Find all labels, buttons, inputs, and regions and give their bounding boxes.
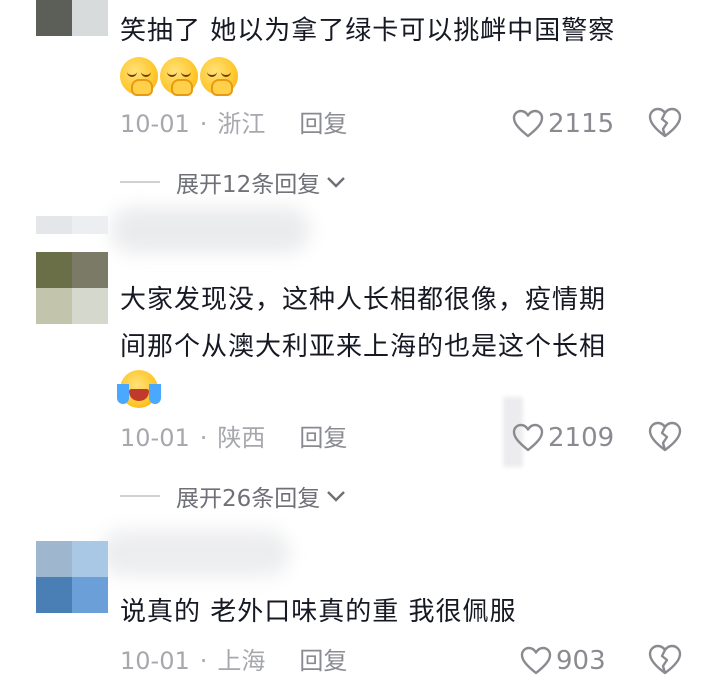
hand-over-mouth-emoji (120, 57, 158, 96)
comment-location: 浙江 (217, 110, 266, 138)
dislike-button[interactable] (648, 644, 684, 678)
meta-separator: · (199, 110, 208, 138)
reply-button[interactable]: 回复 (299, 107, 347, 141)
comment-text: 笑抽了 她以为拿了绿卡可以挑衅中国警察 (120, 16, 616, 46)
like-button[interactable]: 2109 (512, 421, 614, 455)
expand-label: 展开26条回复 (176, 486, 321, 512)
reply-button[interactable]: 回复 (299, 421, 347, 455)
like-button[interactable]: 903 (520, 644, 606, 678)
comment-text-line: 间那个从澳大利亚来上海的也是这个长相 (120, 332, 607, 362)
chevron-down-icon (327, 491, 346, 502)
heart-icon (512, 109, 544, 138)
heart-icon (512, 423, 544, 452)
like-count: 2109 (548, 423, 615, 453)
comment-meta: 10-01 · 陕西 回复 (120, 421, 347, 455)
like-count: 2115 (548, 109, 615, 139)
comment-date: 10-01 (120, 424, 190, 452)
expand-replies-button[interactable]: 展开12条回复 (120, 167, 346, 198)
broken-heart-icon (648, 107, 682, 138)
comment-meta: 10-01 · 浙江 回复 (120, 107, 347, 141)
broken-heart-icon (648, 644, 682, 675)
hand-over-mouth-emoji (200, 57, 238, 96)
like-button[interactable]: 2115 (512, 107, 614, 141)
heart-icon (520, 646, 552, 675)
avatar[interactable] (36, 541, 108, 613)
comment-location: 上海 (217, 647, 266, 675)
broken-heart-icon (648, 421, 682, 452)
divider-line (120, 495, 160, 497)
emoji-row (120, 57, 238, 96)
expand-replies-button[interactable]: 展开26条回复 (120, 481, 346, 512)
comment-text: 说真的 老外口味真的重 我很佩服 (120, 597, 517, 627)
blurred-username (110, 207, 310, 253)
hand-over-mouth-emoji (160, 57, 198, 96)
comment-text: 大家发现没，这种人长相都很像，疫情期 间那个从澳大利亚来上海的也是这个长相 (120, 277, 690, 371)
avatar[interactable] (36, 0, 108, 36)
avatar-blurred-top (36, 216, 108, 252)
comment-meta: 10-01 · 上海 回复 (120, 644, 347, 678)
chevron-down-icon (327, 177, 346, 188)
blurred-username (100, 530, 290, 576)
divider-line (120, 181, 160, 183)
meta-separator: · (199, 647, 208, 675)
avatar[interactable] (36, 252, 108, 324)
crying-laughing-emoji (117, 370, 161, 408)
comment-date: 10-01 (120, 110, 190, 138)
emoji-row (117, 370, 161, 408)
like-count: 903 (556, 646, 606, 676)
comment-date: 10-01 (120, 647, 190, 675)
comment-text-line: 大家发现没，这种人长相都很像，疫情期 (120, 285, 607, 315)
reply-button[interactable]: 回复 (299, 644, 347, 678)
expand-label: 展开12条回复 (176, 172, 321, 198)
comment-location: 陕西 (217, 424, 266, 452)
dislike-button[interactable] (648, 421, 684, 455)
dislike-button[interactable] (648, 107, 684, 141)
meta-separator: · (199, 424, 208, 452)
